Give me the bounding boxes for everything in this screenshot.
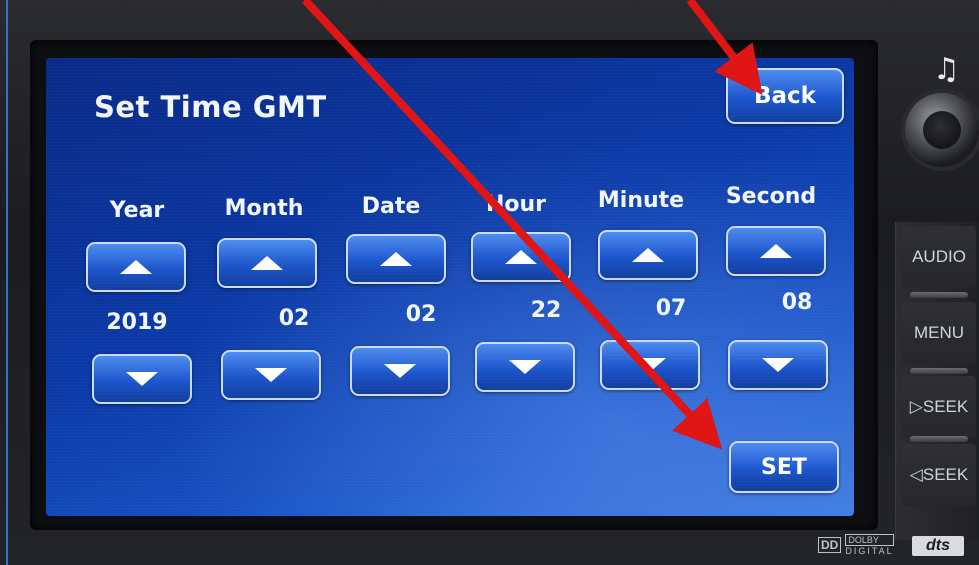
second-down-button[interactable] <box>728 340 828 390</box>
up-arrow-icon <box>251 256 283 270</box>
dolby-text: DOLBY DIGITAL <box>845 534 894 556</box>
hour-up-button[interactable] <box>471 232 571 282</box>
up-arrow-icon <box>380 252 412 266</box>
seek-forward-button[interactable]: ▷SEEK <box>902 376 976 438</box>
month-value: 02 <box>278 306 310 331</box>
volume-knob[interactable] <box>905 93 979 167</box>
dolby-label: DOLBY <box>845 534 894 546</box>
button-separator <box>910 436 968 442</box>
up-arrow-icon <box>120 260 152 274</box>
knob-center <box>923 111 961 149</box>
minute-up-button[interactable] <box>598 230 698 280</box>
hardware-button-panel: AUDIO MENU ▷SEEK ◁SEEK <box>895 222 979 540</box>
down-arrow-icon <box>126 372 158 386</box>
dolby-dd-mark: DD <box>818 537 842 553</box>
touch-screen: Set Time GMT Back Year 2019 Month 02 Dat… <box>46 58 854 516</box>
button-separator <box>910 368 968 374</box>
hour-label: Hour <box>485 192 547 217</box>
music-note-icon: ♫ <box>933 52 960 87</box>
back-button[interactable]: Back <box>726 68 844 124</box>
up-arrow-icon <box>760 244 792 258</box>
date-label: Date <box>361 194 421 219</box>
seek-back-button[interactable]: ◁SEEK <box>902 444 976 506</box>
dolby-digital-logo: DD DOLBY DIGITAL <box>818 534 894 556</box>
month-up-button[interactable] <box>217 238 317 288</box>
hour-down-button[interactable] <box>475 342 575 392</box>
date-down-button[interactable] <box>350 346 450 396</box>
button-separator <box>910 292 968 298</box>
frame-edge <box>6 0 8 565</box>
year-value: 2019 <box>106 310 168 335</box>
down-arrow-icon <box>509 360 541 374</box>
minute-value: 07 <box>655 296 687 321</box>
date-up-button[interactable] <box>346 234 446 284</box>
date-value: 02 <box>405 302 437 327</box>
page-title: Set Time GMT <box>94 90 327 124</box>
minute-down-button[interactable] <box>600 340 700 390</box>
hour-value: 22 <box>530 298 562 323</box>
second-label: Second <box>725 184 817 209</box>
dts-logo: dts <box>912 536 964 556</box>
month-down-button[interactable] <box>221 350 321 400</box>
year-down-button[interactable] <box>92 354 192 404</box>
down-arrow-icon <box>762 358 794 372</box>
second-value: 08 <box>781 290 813 315</box>
down-arrow-icon <box>384 364 416 378</box>
set-button[interactable]: SET <box>729 441 839 493</box>
up-arrow-icon <box>632 248 664 262</box>
year-up-button[interactable] <box>86 242 186 292</box>
audio-button[interactable]: AUDIO <box>902 226 976 288</box>
down-arrow-icon <box>255 368 287 382</box>
minute-label: Minute <box>597 188 685 213</box>
up-arrow-icon <box>505 250 537 264</box>
digital-label: DIGITAL <box>845 546 894 556</box>
month-label: Month <box>224 196 304 221</box>
menu-button[interactable]: MENU <box>902 302 976 364</box>
down-arrow-icon <box>634 358 666 372</box>
year-label: Year <box>109 198 165 223</box>
second-up-button[interactable] <box>726 226 826 276</box>
